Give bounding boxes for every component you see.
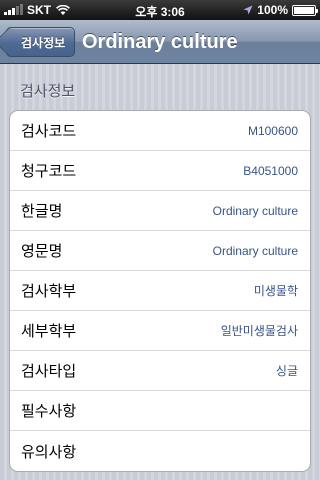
row-value: 싱글 (275, 364, 298, 378)
table-row[interactable]: 유의사항 (10, 431, 310, 471)
table-row[interactable]: 필수사항 (10, 391, 310, 431)
row-value: 일반미생물검사 (220, 324, 298, 338)
row-label: 검사타입 (21, 362, 77, 380)
page-title: Ordinary culture (82, 31, 238, 53)
battery-fill (294, 6, 314, 14)
battery-percent: 100% (257, 3, 288, 17)
row-value: 미생물학 (253, 284, 298, 298)
status-bar: SKT 오후 3:06 100% (0, 0, 320, 20)
row-label: 검사학부 (21, 282, 77, 300)
battery-icon (292, 4, 318, 16)
section-header: 검사정보 (20, 82, 76, 100)
row-label: 영문명 (21, 242, 63, 260)
row-label: 세부학부 (21, 322, 77, 340)
row-label: 유의사항 (21, 442, 77, 461)
status-right: 100% (243, 3, 318, 17)
table-row[interactable]: 검사학부 미생물학 (10, 271, 310, 311)
row-value: Ordinary culture (212, 243, 298, 258)
row-label: 검사코드 (21, 122, 77, 140)
table-row[interactable]: 한글명 Ordinary culture (10, 191, 310, 231)
info-table: 검사코드 M100600 청구코드 B4051000 한글명 Ordinary cultu… (9, 110, 311, 472)
table-row[interactable]: 세부학부 일반미생물검사 (10, 311, 310, 351)
table-row[interactable]: 검사타입 싱글 (10, 351, 310, 391)
back-button[interactable]: 검사정보 (6, 27, 76, 57)
row-label: 한글명 (21, 202, 63, 220)
row-value: B4051000 (243, 163, 298, 178)
navigation-bar: 검사정보 Ordinary culture (0, 20, 320, 64)
row-value: M100600 (247, 123, 298, 138)
table-row[interactable]: 청구코드 B4051000 (10, 151, 310, 191)
table-row[interactable]: 영문명 Ordinary culture (10, 231, 310, 271)
table-row[interactable]: 검사코드 M100600 (10, 111, 310, 151)
row-label: 필수사항 (21, 402, 77, 420)
back-button-label: 검사정보 (21, 35, 66, 50)
row-label: 청구코드 (21, 162, 77, 180)
row-value: Ordinary culture (212, 203, 298, 218)
location-arrow-icon (243, 5, 253, 15)
